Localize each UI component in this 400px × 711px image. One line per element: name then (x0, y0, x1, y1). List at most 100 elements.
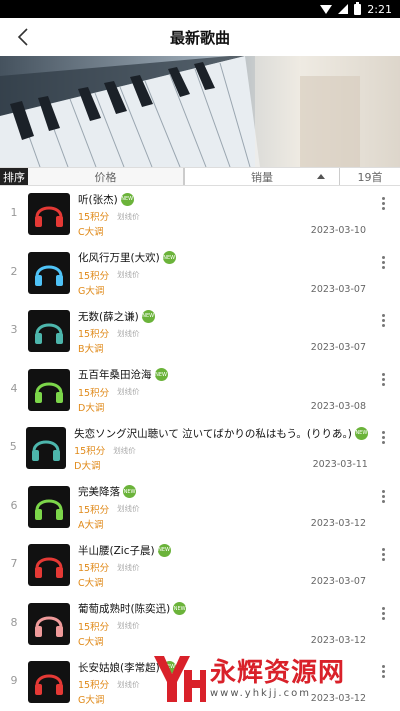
sort-bar: 排序 价格 销量 19首 (0, 167, 400, 186)
watermark-logo-icon (154, 656, 206, 702)
sort-sales-label: 销量 (251, 170, 273, 184)
headphones-icon (32, 440, 61, 461)
song-strike-price: 划线价 (117, 679, 140, 689)
song-price: 15积分 (78, 329, 110, 340)
song-key: A大调 (78, 519, 104, 531)
more-vertical-icon (381, 372, 385, 387)
song-list-item[interactable]: 8 葡萄成熟时(陈奕迅) NEW 15积分 划线价 C大调 2023-03-12 (0, 596, 400, 655)
page-title: 最新歌曲 (169, 28, 230, 47)
song-cover (26, 427, 67, 469)
song-rank: 8 (10, 615, 18, 629)
song-key: G大调 (78, 695, 105, 706)
song-title: 半山腰(Zic子晨) (78, 544, 155, 557)
song-title: 化风行万里(大欢) (78, 252, 160, 264)
song-key: C大调 (78, 636, 104, 648)
song-date: 2023-03-08 (310, 400, 366, 412)
more-options-button[interactable] (366, 245, 400, 270)
watermark: 永辉资源网 www.yhkjj.com (150, 648, 395, 708)
song-list-item[interactable]: 7 半山腰(Zic子晨) NEW 15积分 划线价 C大调 2023-03-07 (0, 537, 400, 596)
new-badge-icon: NEW (123, 485, 136, 498)
more-options-button[interactable] (366, 362, 400, 387)
song-cover (28, 661, 70, 703)
status-time: 2:21 (367, 2, 392, 16)
song-title: 五百年桑田沧海 (78, 369, 152, 381)
more-options-button[interactable] (366, 537, 400, 562)
wifi-icon (320, 4, 333, 14)
song-strike-price: 划线价 (117, 387, 140, 396)
song-date: 2023-03-12 (310, 634, 366, 646)
song-strike-price: 划线价 (117, 621, 140, 630)
song-date: 2023-03-11 (312, 459, 368, 470)
song-cover (28, 602, 70, 645)
song-list-item[interactable]: 6 完美降落 NEW 15积分 划线价 A大调 2023-03-12 (0, 479, 400, 538)
song-date: 2023-03-10 (310, 225, 366, 236)
song-list-item[interactable]: 3 无数(薛之谦) NEW 15积分 划线价 B大调 2023-03-07 (0, 303, 400, 362)
more-vertical-icon (381, 196, 385, 211)
headphones-icon (35, 323, 63, 344)
song-price: 15积分 (78, 680, 110, 691)
song-rank: 9 (10, 674, 18, 687)
back-button[interactable] (8, 22, 38, 52)
new-badge-icon: NEW (154, 368, 168, 381)
more-vertical-icon (381, 255, 385, 270)
headphones-icon (35, 674, 63, 695)
headphones-icon (35, 557, 63, 578)
song-strike-price: 划线价 (117, 328, 140, 338)
song-title: 听(张杰) (78, 193, 118, 206)
headphones-icon (35, 499, 63, 520)
piano-banner-image (0, 56, 400, 167)
song-cover (28, 368, 70, 411)
song-count: 19首 (340, 168, 400, 185)
song-date: 2023-03-07 (310, 576, 366, 587)
song-title: 无数(薛之谦) (78, 310, 139, 323)
song-cover (28, 251, 70, 294)
new-badge-icon: NEW (141, 309, 155, 323)
more-options-button[interactable] (368, 420, 400, 445)
more-options-button[interactable] (366, 479, 400, 504)
song-rank: 6 (10, 498, 18, 512)
song-rank: 2 (10, 264, 18, 278)
status-bar: 2:21 (0, 0, 400, 18)
song-price: 15积分 (78, 563, 110, 574)
new-badge-icon: NEW (157, 543, 171, 557)
watermark-text: 永辉资源网 (210, 657, 346, 688)
song-rank: 1 (10, 206, 18, 219)
more-vertical-icon (381, 606, 385, 621)
song-strike-price: 划线价 (117, 211, 140, 221)
song-key: B大调 (78, 344, 104, 355)
song-title: 长安姑娘(李常超) (78, 661, 160, 674)
song-list-item[interactable]: 4 五百年桑田沧海 NEW 15积分 划线价 D大调 2023-03-08 (0, 362, 400, 421)
headphones-icon (35, 616, 63, 637)
song-cover (28, 310, 70, 352)
song-rank: 4 (10, 381, 18, 395)
song-cover (28, 193, 70, 235)
headphones-icon (35, 382, 63, 403)
chevron-left-icon (17, 28, 28, 46)
sort-up-arrow-icon (317, 174, 325, 179)
more-vertical-icon (381, 313, 385, 328)
headphones-icon (35, 206, 63, 227)
song-list-item[interactable]: 5 失恋ソング沢山聴いて 泣いてばかりの私はもう。(りりあ。) NEW 15积分… (0, 420, 400, 479)
song-rank: 3 (10, 323, 18, 336)
sort-by-price-tab[interactable]: 价格 (28, 168, 184, 185)
more-options-button[interactable] (366, 303, 400, 328)
song-cover (28, 485, 70, 528)
more-options-button[interactable] (366, 186, 400, 211)
song-key: C大调 (78, 227, 104, 238)
song-key: G大调 (78, 285, 105, 297)
song-list-item[interactable]: 1 听(张杰) NEW 15积分 划线价 C大调 2023-03-10 (0, 186, 400, 245)
song-title: 葡萄成熟时(陈奕迅) (78, 603, 171, 615)
new-badge-icon: NEW (173, 602, 187, 615)
song-list: 1 听(张杰) NEW 15积分 划线价 C大调 2023-03-10 2 化风… (0, 186, 400, 711)
song-key: D大调 (78, 402, 105, 414)
song-title: 失恋ソング沢山聴いて 泣いてばかりの私はもう。(りりあ。) (74, 427, 352, 440)
song-count-label: 19首 (357, 170, 383, 184)
song-key: D大调 (74, 461, 101, 472)
song-date: 2023-03-07 (310, 283, 366, 295)
sort-by-sales-tab[interactable]: 销量 (184, 168, 340, 185)
song-list-item[interactable]: 2 化风行万里(大欢) NEW 15积分 划线价 G大调 2023-03-07 (0, 245, 400, 304)
song-title: 完美降落 (78, 486, 120, 498)
more-options-button[interactable] (366, 596, 400, 621)
sort-label: 排序 (0, 168, 28, 185)
more-vertical-icon (382, 430, 386, 445)
